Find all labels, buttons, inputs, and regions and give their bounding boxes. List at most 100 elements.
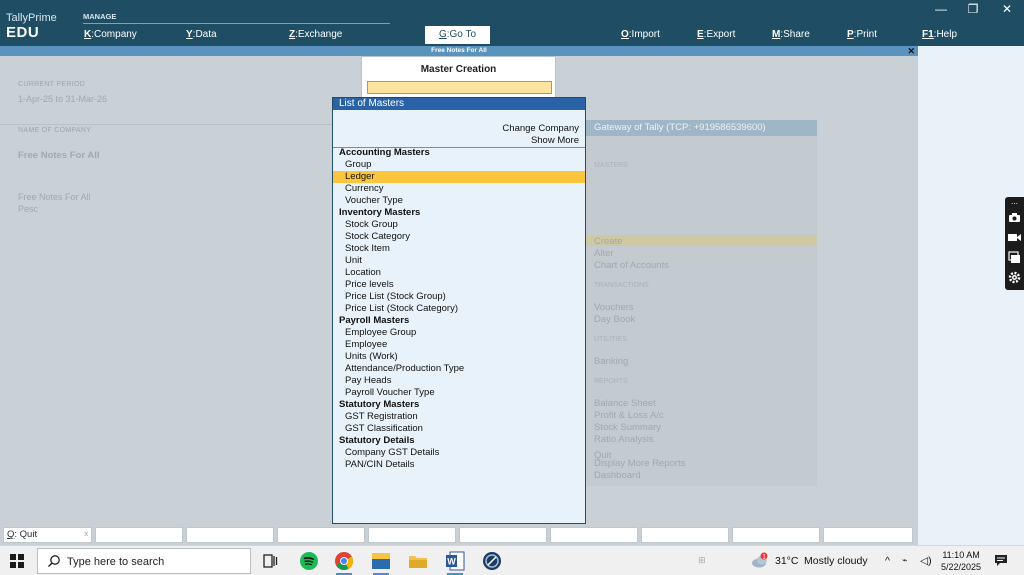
master-item[interactable]: Stock Item xyxy=(333,243,585,255)
menu-goto[interactable]: G:Go To xyxy=(425,26,490,44)
left-separator xyxy=(0,124,332,125)
master-item[interactable]: Unit xyxy=(333,255,585,267)
gateway-item-balance-sheet[interactable]: Balance Sheet xyxy=(594,398,656,409)
menu-export[interactable]: E:Export xyxy=(697,29,735,40)
chrome-icon[interactable] xyxy=(333,550,355,572)
toolbar-more-icon[interactable]: ⋯ xyxy=(1008,198,1021,211)
function-key-bar: Q: Quit x xyxy=(0,525,918,545)
menu-data[interactable]: Y:Data xyxy=(186,29,217,40)
master-group-heading: Statutory Masters xyxy=(339,399,420,410)
master-item[interactable]: Stock Group xyxy=(333,219,585,231)
browser-app-icon[interactable] xyxy=(481,550,503,572)
video-icon[interactable] xyxy=(1008,231,1021,244)
manage-divider xyxy=(83,23,390,24)
menu-help[interactable]: F1:Help xyxy=(922,29,957,40)
master-creation-input[interactable] xyxy=(367,81,552,94)
gateway-item-chart-of-accounts[interactable]: Chart of Accounts xyxy=(594,260,669,271)
master-item[interactable]: Employee xyxy=(333,339,585,351)
gateway-item-stock-summary[interactable]: Stock Summary xyxy=(594,422,661,433)
task-view-icon[interactable] xyxy=(259,550,281,572)
search-placeholder: Type here to search xyxy=(67,556,165,568)
master-item[interactable]: Price levels xyxy=(333,279,585,291)
master-item[interactable]: Price List (Stock Category) xyxy=(333,303,585,315)
menu-share[interactable]: M:Share xyxy=(772,29,810,40)
master-item[interactable]: Price List (Stock Group) xyxy=(333,291,585,303)
fkey-slot-3[interactable] xyxy=(186,527,274,543)
gateway-item-create[interactable]: Create xyxy=(594,236,623,247)
menu-import[interactable]: O:Import xyxy=(621,29,660,40)
master-item[interactable]: Currency xyxy=(333,183,585,195)
master-item[interactable]: Payroll Voucher Type xyxy=(333,387,585,399)
master-item[interactable]: Location xyxy=(333,267,585,279)
fkey-slot-2[interactable] xyxy=(95,527,183,543)
change-company-button[interactable]: Change Company xyxy=(502,123,579,134)
volume-icon[interactable]: ◁) xyxy=(920,555,932,567)
master-item[interactable]: Group xyxy=(333,159,585,171)
brand-edition: EDU xyxy=(6,24,40,41)
brand-name: TallyPrime xyxy=(6,12,57,24)
fkey-slot-4[interactable] xyxy=(277,527,365,543)
word-icon[interactable]: W xyxy=(444,550,466,572)
master-item[interactable]: Employee Group xyxy=(333,327,585,339)
fkey-slot-10[interactable] xyxy=(823,527,913,543)
gateway-item-dashboard[interactable]: Dashboard xyxy=(594,470,640,481)
master-item[interactable]: Attendance/Production Type xyxy=(333,363,585,375)
gateway-item-alter[interactable]: Alter xyxy=(594,248,614,259)
gateway-item-vouchers[interactable]: Vouchers xyxy=(594,302,634,313)
windows-start-icon[interactable] xyxy=(10,554,24,568)
chevron-up-icon[interactable]: ^ xyxy=(885,555,890,567)
master-item[interactable]: GST Registration xyxy=(333,411,585,423)
tallyprime-app-icon[interactable] xyxy=(370,550,392,572)
taskbar-search-box[interactable]: Type here to search xyxy=(37,548,251,574)
quit-close-icon: x xyxy=(84,531,89,538)
close-window-icon[interactable]: ✕ xyxy=(997,2,1017,16)
gateway-item-day-book[interactable]: Day Book xyxy=(594,314,635,325)
company-name-label: NAME OF COMPANY xyxy=(18,127,92,134)
camera-icon[interactable] xyxy=(1008,211,1021,224)
network-icon[interactable]: ⌁ xyxy=(902,555,907,566)
menu-company[interactable]: K:Company xyxy=(84,29,137,40)
master-creation-title: Master Creation xyxy=(420,64,497,75)
gateway-item-banking[interactable]: Banking xyxy=(594,356,628,367)
fkey-slot-7[interactable] xyxy=(550,527,638,543)
gateway-item-profit-loss[interactable]: Profit & Loss A/c xyxy=(594,410,664,421)
spotify-icon[interactable] xyxy=(298,550,320,572)
show-more-button[interactable]: Show More xyxy=(531,135,579,146)
menu-print[interactable]: P:Print xyxy=(847,29,877,40)
weather-temperature: 31°C xyxy=(775,555,799,567)
menu-exchange[interactable]: Z:Exchange xyxy=(289,29,342,40)
window-icon[interactable] xyxy=(1008,251,1021,264)
master-item[interactable]: Pay Heads xyxy=(333,375,585,387)
gateway-item-quit[interactable]: Quit xyxy=(594,450,611,461)
system-clock[interactable]: 11:10 AM 5/22/2025 xyxy=(941,549,981,573)
gateway-section-masters: MASTERS xyxy=(594,162,628,169)
master-item[interactable]: Voucher Type xyxy=(333,195,585,207)
restore-icon[interactable]: ❐ xyxy=(963,2,983,16)
weather-cloud-icon[interactable]: 1 xyxy=(750,552,772,574)
svg-text:W: W xyxy=(447,557,456,567)
company-line-1: Free Notes For All xyxy=(18,192,91,202)
current-period-value: 1-Apr-25 to 31-Mar-26 xyxy=(18,94,108,104)
fkey-slot-8[interactable] xyxy=(641,527,729,543)
fkey-slot-6[interactable] xyxy=(459,527,547,543)
close-company-icon[interactable]: ✕ xyxy=(907,46,915,56)
quit-button[interactable]: Q: Quit x xyxy=(3,527,92,543)
master-item[interactable]: Ledger xyxy=(333,171,585,183)
company-line-2: Pesc xyxy=(18,204,39,214)
master-item[interactable]: Stock Category xyxy=(333,231,585,243)
list-of-masters-popup: List of Masters Change Company Show More… xyxy=(332,97,586,524)
gateway-section-reports: REPORTS xyxy=(594,378,628,385)
minimize-icon[interactable]: — xyxy=(931,2,951,16)
notification-icon[interactable] xyxy=(994,553,1008,570)
master-group-heading: Payroll Masters xyxy=(339,315,410,326)
master-item[interactable]: PAN/CIN Details xyxy=(333,459,585,471)
fkey-slot-9[interactable] xyxy=(732,527,820,543)
gear-icon[interactable] xyxy=(1008,271,1021,284)
master-item[interactable]: GST Classification xyxy=(333,423,585,435)
master-item[interactable]: Company GST Details xyxy=(333,447,585,459)
master-item[interactable]: Units (Work) xyxy=(333,351,585,363)
right-blank-panel xyxy=(918,46,1024,545)
file-explorer-icon[interactable] xyxy=(407,550,429,572)
fkey-slot-5[interactable] xyxy=(368,527,456,543)
gateway-item-ratio-analysis[interactable]: Ratio Analysis xyxy=(594,434,654,445)
